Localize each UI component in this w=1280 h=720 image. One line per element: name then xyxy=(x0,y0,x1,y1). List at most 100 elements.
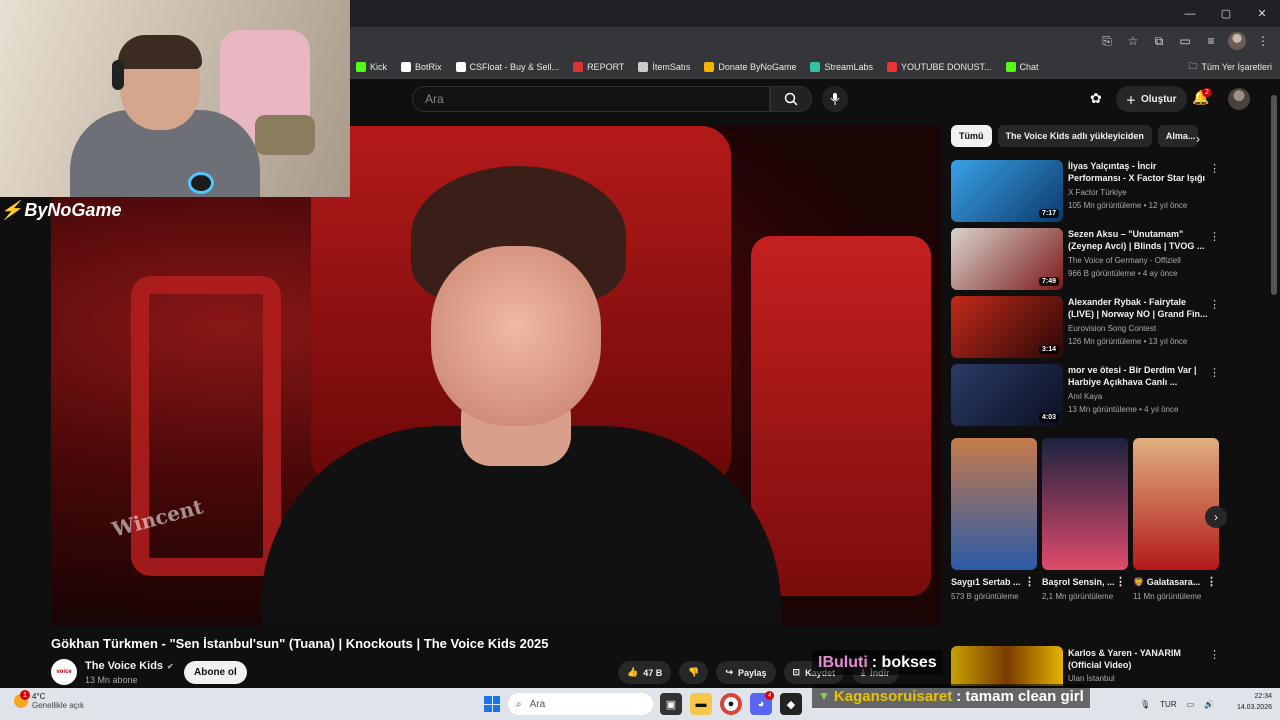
star-icon[interactable]: ☆ xyxy=(1124,32,1142,50)
bookmark-item[interactable]: StreamLabs xyxy=(810,61,873,72)
scrollbar[interactable] xyxy=(1271,95,1277,295)
mic-button[interactable] xyxy=(822,86,848,112)
search-button[interactable] xyxy=(770,86,812,112)
channel-logo[interactable]: voice xyxy=(51,659,77,685)
chat-badge-icon: ▼ xyxy=(818,689,830,703)
more-options-icon[interactable]: ⋮ xyxy=(1209,366,1220,379)
bookmark-item[interactable]: YOUTUBE DONUST... xyxy=(887,61,992,72)
system-tray: 🎙 TUR ▭ 🔊 xyxy=(1140,688,1214,720)
app-icon[interactable]: ◆ xyxy=(780,693,802,715)
short-thumbnail[interactable] xyxy=(1042,438,1128,570)
bookmark-item[interactable]: REPORT xyxy=(573,61,624,72)
mic-icon[interactable]: 🎙 xyxy=(1140,700,1150,709)
create-button[interactable]: ＋ Oluştur xyxy=(1116,86,1187,112)
short-title[interactable]: 🦁 Galatasara... xyxy=(1133,577,1200,587)
search-box[interactable] xyxy=(412,86,770,112)
notification-badge: 2 xyxy=(1202,88,1212,97)
short-item[interactable]: Başrol Sensin, ... ⋮ 2,1 Mn görüntüleme xyxy=(1042,438,1128,602)
start-button[interactable] xyxy=(484,696,500,712)
recommendation-item[interactable]: 7:49 Sezen Aksu – "Unutamam" (Zeynep Avci… xyxy=(951,228,1271,292)
clock[interactable]: 22:34 14.03.2026 xyxy=(1237,691,1272,713)
recommendation-channel[interactable]: The Voice of Germany - Offiziell xyxy=(1068,256,1181,265)
bookmark-item[interactable]: Donate ByNoGame xyxy=(704,61,796,72)
bookmark-item[interactable]: BotRix xyxy=(401,61,442,72)
bookmark-item[interactable]: İtemSatıs xyxy=(638,61,690,72)
more-options-icon[interactable]: ⋮ xyxy=(1209,648,1220,661)
volume-icon[interactable]: 🔊 xyxy=(1204,700,1214,709)
recommendation-item[interactable]: 4:03 mor ve ötesi - Bir Derdim Var | Harb… xyxy=(951,364,1271,428)
short-thumbnail[interactable] xyxy=(1133,438,1219,570)
language-indicator[interactable]: TUR xyxy=(1160,700,1176,709)
more-options-icon[interactable]: ⋮ xyxy=(1209,162,1220,175)
profile-avatar[interactable] xyxy=(1228,32,1246,50)
search-input[interactable] xyxy=(413,87,769,111)
discord-badge: 4 xyxy=(765,691,774,700)
chrome-icon[interactable]: ● xyxy=(720,693,742,715)
chevron-right-icon[interactable]: › xyxy=(1196,132,1200,146)
install-icon[interactable]: ⎘ xyxy=(1098,32,1116,50)
short-views: 11 Mn görüntüleme xyxy=(1133,592,1202,601)
media-icon[interactable]: ≡ xyxy=(1202,32,1220,50)
taskbar-search[interactable]: ⌕ Ara xyxy=(508,693,653,715)
more-options-icon[interactable]: ⋮ xyxy=(1206,576,1217,588)
minimize-button[interactable]: — xyxy=(1172,0,1208,27)
extensions-icon[interactable]: ⧉ xyxy=(1150,32,1168,50)
subscribe-button[interactable]: Abone ol xyxy=(184,661,247,684)
share-button[interactable]: ↪ Paylaş xyxy=(716,661,776,684)
task-view-icon[interactable]: ▣ xyxy=(660,693,682,715)
recommendation-title[interactable]: İlyas Yalçıntaş - İncir Performansı - X … xyxy=(1068,160,1208,184)
bookmark-item[interactable]: Kick xyxy=(356,61,387,72)
bookmark-label: BotRix xyxy=(415,61,442,72)
more-options-icon[interactable]: ⋮ xyxy=(1024,576,1035,588)
recommendation-channel[interactable]: Ulan İstanbul xyxy=(1068,674,1115,683)
chip-all[interactable]: Tümü xyxy=(951,125,992,147)
menu-icon[interactable]: ⋮ xyxy=(1254,32,1272,50)
all-bookmarks[interactable]: 🗀 Tüm Yer İşaretleri xyxy=(1188,55,1272,79)
chip-more[interactable]: Alma... xyxy=(1157,125,1198,147)
recommendation-channel[interactable]: Eurovision Song Contest xyxy=(1068,324,1156,333)
video-thumbnail[interactable]: 4:03 xyxy=(951,364,1063,426)
sidepanel-icon[interactable]: ▭ xyxy=(1176,32,1194,50)
recommendation-title[interactable]: Alexander Rybak - Fairytale (LIVE) | Nor… xyxy=(1068,296,1208,320)
recommendation-channel[interactable]: Anıl Kaya xyxy=(1068,392,1102,401)
recommendation-item[interactable]: Karlos & Yaren - YANARIM (Official Video… xyxy=(951,646,1271,686)
discord-icon[interactable]: ◕ 4 xyxy=(750,691,774,715)
recommendation-title[interactable]: Karlos & Yaren - YANARIM (Official Video… xyxy=(1068,647,1208,671)
network-icon[interactable]: ▭ xyxy=(1187,700,1195,709)
recommendation-item[interactable]: 7:17 İlyas Yalçıntaş - İncir Performansı … xyxy=(951,160,1271,224)
video-player[interactable]: Wincent xyxy=(51,126,941,626)
more-options-icon[interactable]: ⋮ xyxy=(1115,576,1126,588)
recommendation-title[interactable]: Sezen Aksu – "Unutamam" (Zeynep Avci) | … xyxy=(1068,228,1208,252)
dislike-button[interactable]: 👎 xyxy=(679,661,709,684)
recommendation-channel[interactable]: X Factor Türkiye xyxy=(1068,188,1127,197)
bookmark-item[interactable]: Chat xyxy=(1005,61,1039,72)
channel-name[interactable]: The Voice Kids ✔ xyxy=(85,660,174,672)
close-button[interactable]: ✕ xyxy=(1244,0,1280,27)
recommendation-title[interactable]: mor ve ötesi - Bir Derdim Var | Harbiye … xyxy=(1068,364,1208,388)
bookmark-item[interactable]: CSFloat - Buy & Sell... xyxy=(455,61,559,72)
video-thumbnail[interactable]: 3:14 xyxy=(951,296,1063,358)
more-options-icon[interactable]: ⋮ xyxy=(1209,230,1220,243)
like-button[interactable]: 👍 47 B xyxy=(618,661,672,684)
short-item[interactable]: Saygı1 Sertab ... ⋮ 573 B görüntüleme xyxy=(951,438,1037,602)
shorts-shelf: Saygı1 Sertab ... ⋮ 573 B görüntüleme Başro… xyxy=(951,438,1219,602)
short-title[interactable]: Saygı1 Sertab ... xyxy=(951,577,1021,587)
recommendation-item[interactable]: 3:14 Alexander Rybak - Fairytale (LIVE) |… xyxy=(951,296,1271,360)
video-thumbnail[interactable] xyxy=(951,646,1063,686)
recommendation-meta: 126 Mn görüntüleme • 13 yıl önce xyxy=(1068,337,1188,346)
file-explorer-icon[interactable]: ▬ xyxy=(690,693,712,715)
maximize-button[interactable]: ▢ xyxy=(1208,0,1244,27)
user-avatar[interactable] xyxy=(1228,88,1250,110)
video-thumbnail[interactable]: 7:49 xyxy=(951,228,1063,290)
shorts-next-button[interactable]: › xyxy=(1205,506,1227,528)
short-thumbnail[interactable] xyxy=(951,438,1037,570)
short-title[interactable]: Başrol Sensin, ... xyxy=(1042,577,1115,587)
video-thumbnail[interactable]: 7:17 xyxy=(951,160,1063,222)
gift-icon[interactable]: ✿ xyxy=(1090,90,1108,108)
taskbar-search-label: Ara xyxy=(529,698,546,710)
weather-text: Genellikle açık xyxy=(32,701,85,710)
like-count: 47 B xyxy=(643,667,663,678)
channel-name-label: The Voice Kids xyxy=(85,660,164,672)
more-options-icon[interactable]: ⋮ xyxy=(1209,298,1220,311)
chip-uploader[interactable]: The Voice Kids adlı yükleyiciden xyxy=(997,125,1152,147)
